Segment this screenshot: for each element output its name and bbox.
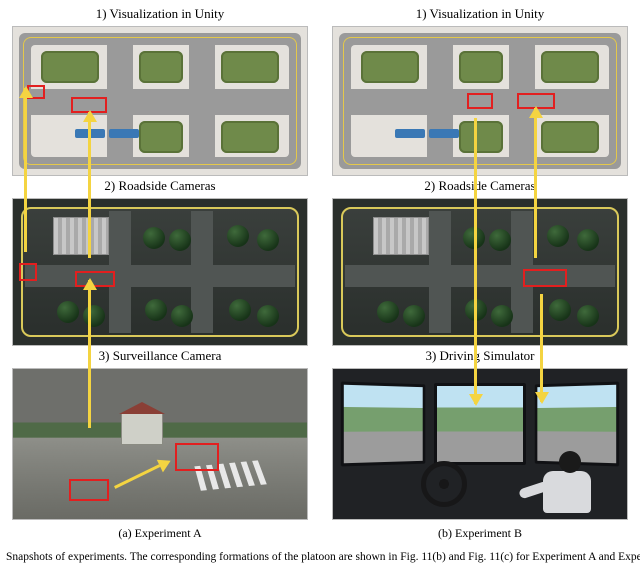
- figure-columns: 1) Visualization in Unity: [8, 4, 632, 543]
- sim-screen: [341, 382, 426, 467]
- green-block: [541, 121, 599, 153]
- building-icon: [53, 217, 109, 255]
- bus-icon: [395, 129, 425, 138]
- building-icon: [121, 413, 163, 445]
- tree-icon: [171, 305, 193, 327]
- tree-icon: [169, 229, 191, 251]
- driving-simulator-b: [332, 368, 628, 520]
- green-block: [361, 51, 419, 83]
- tree-icon: [257, 305, 279, 327]
- tree-icon: [577, 229, 599, 251]
- unity-visualization-b: [332, 26, 628, 176]
- tree-icon: [547, 225, 569, 247]
- figure-page: 1) Visualization in Unity: [0, 0, 640, 564]
- tree-icon: [491, 305, 513, 327]
- green-block: [221, 51, 279, 83]
- steering-wheel-icon: [421, 461, 467, 507]
- tree-icon: [377, 301, 399, 323]
- road-horizontal: [25, 265, 295, 287]
- driver-torso: [543, 471, 591, 513]
- green-block: [459, 121, 503, 153]
- bus-icon: [109, 129, 139, 138]
- panel-title: 2) Roadside Cameras: [424, 178, 535, 194]
- green-block: [221, 121, 279, 153]
- tree-icon: [257, 229, 279, 251]
- tree-icon: [57, 301, 79, 323]
- parked-buses: [395, 129, 459, 138]
- green-block: [139, 51, 183, 83]
- road-horizontal: [345, 265, 615, 287]
- tree-icon: [229, 299, 251, 321]
- parked-buses: [75, 129, 139, 138]
- road-vertical: [429, 211, 451, 333]
- bus-icon: [75, 129, 105, 138]
- green-block: [139, 121, 183, 153]
- road-vertical: [191, 211, 213, 333]
- green-block: [459, 51, 503, 83]
- tree-icon: [403, 305, 425, 327]
- panel-title: 3) Driving Simulator: [425, 348, 534, 364]
- panel-title: 1) Visualization in Unity: [96, 6, 225, 22]
- driver-head: [559, 451, 581, 473]
- tree-icon: [143, 227, 165, 249]
- building-icon: [373, 217, 429, 255]
- column-experiment-a: 1) Visualization in Unity: [8, 4, 312, 543]
- driver-icon: [519, 441, 603, 513]
- tree-icon: [577, 305, 599, 327]
- green-block: [41, 51, 99, 83]
- bus-icon: [429, 129, 459, 138]
- tree-icon: [465, 299, 487, 321]
- tree-icon: [463, 227, 485, 249]
- roadside-cameras-b: [332, 198, 628, 346]
- tree-icon: [145, 299, 167, 321]
- panel-title: 1) Visualization in Unity: [416, 6, 545, 22]
- figure-caption: Snapshots of experiments. The correspond…: [0, 550, 640, 564]
- tree-icon: [227, 225, 249, 247]
- roadside-cameras-a: [12, 198, 308, 346]
- column-experiment-b: 1) Visualization in Unity: [328, 4, 632, 543]
- tree-icon: [489, 229, 511, 251]
- road-vertical: [511, 211, 533, 333]
- tree-icon: [549, 299, 571, 321]
- unity-visualization-a: [12, 26, 308, 176]
- subfigure-caption: (a) Experiment A: [118, 526, 201, 541]
- green-block: [541, 51, 599, 83]
- subfigure-caption: (b) Experiment B: [438, 526, 522, 541]
- surveillance-camera-a: [12, 368, 308, 520]
- tree-icon: [83, 305, 105, 327]
- road-horizontal: [31, 89, 289, 115]
- road-horizontal: [351, 89, 609, 115]
- panel-title: 3) Surveillance Camera: [99, 348, 222, 364]
- sim-screen: [434, 383, 525, 465]
- road-vertical: [109, 211, 131, 333]
- panel-title: 2) Roadside Cameras: [104, 178, 215, 194]
